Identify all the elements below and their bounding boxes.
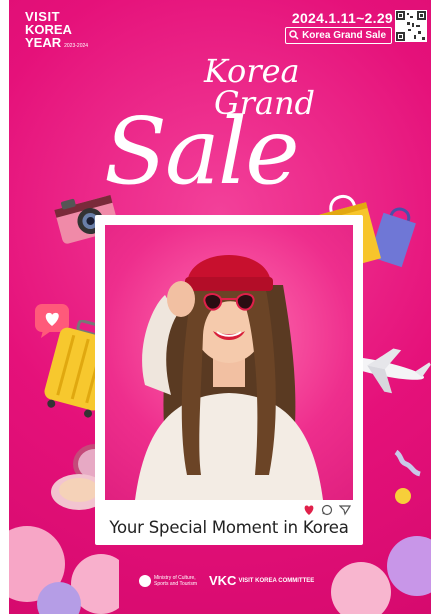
post-actions [303,503,352,516]
woman-with-sunglasses-illustration [135,255,323,500]
logo-years: 2023-2024 [64,43,89,49]
frame-caption: Your Special Moment in Korea [109,518,349,537]
visit-korea-year-logo: VISIT KOREA YEAR 2023-2024 [25,10,95,49]
comment-icon[interactable] [321,503,333,516]
title-sale: Sale [104,98,300,205]
search-chip-label: Korea Grand Sale [302,30,386,41]
search-icon [289,30,299,40]
poster: VISIT KOREA YEAR 2023-2024 2024.1.11~2.29… [9,0,431,614]
event-dates: 2024.1.11~2.29 [291,10,393,26]
confetti-icon [394,449,421,477]
ministry-name: Ministry of Culture, Sports and Tourism [154,574,197,587]
photo-frame: Your Special Moment in Korea [95,215,363,545]
vkc-mark: VKC [209,573,237,588]
ministry-logo: Ministry of Culture, Sports and Tourism [139,574,199,587]
heart-icon[interactable] [303,503,315,515]
send-icon[interactable] [338,503,352,516]
footer-sponsors: Ministry of Culture, Sports and Tourism … [139,573,314,588]
vkc-logo: VKC VISIT KOREA COMMITTEE [209,573,314,588]
model-photo [105,225,353,500]
vkc-name: VISIT KOREA COMMITTEE [238,577,315,584]
korea-seal-icon [139,574,151,587]
logo-line3: YEAR [25,35,62,50]
search-chip: Korea Grand Sale [285,27,392,44]
poster-title: Korea Grand Sale [104,52,354,202]
yellow-ball-icon [395,488,411,504]
qr-code-icon [395,10,427,42]
